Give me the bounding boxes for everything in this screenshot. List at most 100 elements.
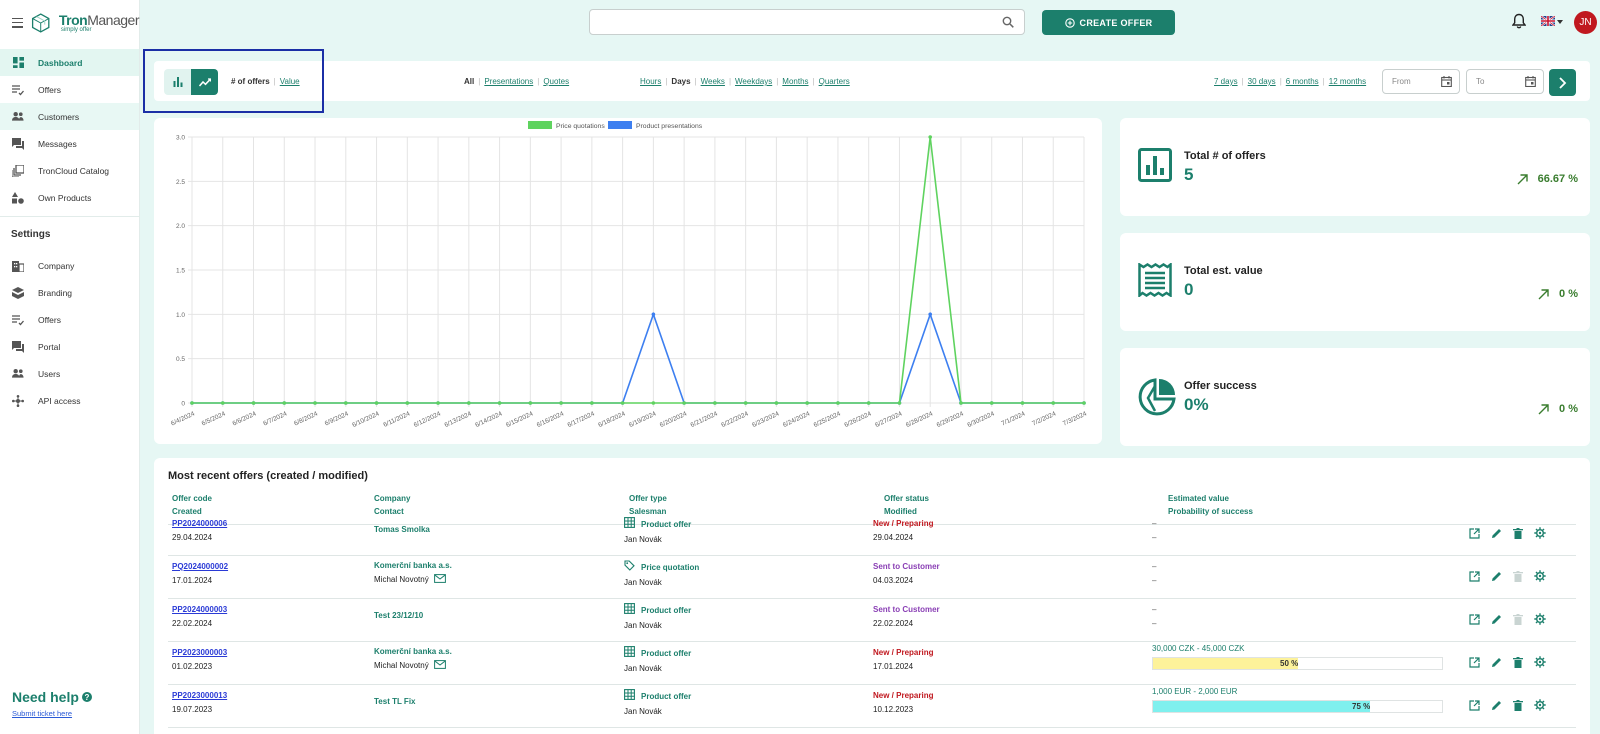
from-date-input[interactable]: From	[1382, 69, 1460, 94]
data-point	[313, 401, 317, 405]
hamburger-menu-icon[interactable]	[12, 17, 24, 28]
company-name[interactable]: Komerční banka a.s.	[374, 559, 452, 573]
open-external-icon[interactable]	[1468, 527, 1480, 539]
offer-code-link[interactable]: PP2024000003	[172, 603, 227, 617]
sidebar-item-troncloud-catalog[interactable]: TronCloud Catalog	[0, 157, 139, 184]
stat-trend: 66.67 %	[1517, 173, 1578, 185]
metric-value-link[interactable]: Value	[280, 77, 300, 86]
settings-gear-icon[interactable]	[1534, 527, 1546, 539]
metric-count-link[interactable]: # of offers	[231, 77, 270, 86]
sidebar-item-own-products[interactable]: Own Products	[0, 184, 139, 211]
sidebar-item-api-access[interactable]: API access	[0, 387, 139, 414]
offer-code-link[interactable]: PP2023000013	[172, 689, 227, 703]
stat-card-offer-success: Offer success 0% 0 %	[1120, 348, 1590, 446]
delete-trash-icon[interactable]	[1512, 656, 1524, 668]
table-row[interactable]: PP2024000006 29.04.2024 Tomas Smolka Produc…	[168, 513, 1576, 556]
range-7-days-link[interactable]: 7 days	[1214, 77, 1238, 86]
open-external-icon[interactable]	[1468, 656, 1480, 668]
probability-value: –	[1152, 533, 1157, 542]
data-point	[467, 401, 471, 405]
period-weeks-link[interactable]: Weeks	[701, 77, 725, 86]
submit-ticket-link[interactable]: Submit ticket here	[12, 709, 92, 718]
data-point	[959, 401, 963, 405]
estimated-value: 1,000 EUR - 2,000 EUR	[1152, 687, 1238, 696]
range-30-days-link[interactable]: 30 days	[1248, 77, 1276, 86]
sidebar-item-dashboard[interactable]: Dashboard	[0, 49, 139, 76]
x-tick-label: 6/26/2024	[843, 410, 873, 429]
sidebar-item-offers-settings[interactable]: Offers	[0, 306, 139, 333]
offer-code-link[interactable]: PQ2024000002	[172, 560, 228, 574]
create-offer-button[interactable]: CREATE OFFER	[1042, 10, 1175, 35]
sidebar-item-customers[interactable]: Customers	[0, 103, 139, 130]
table-row[interactable]: PP2023000013 19.07.2023 Test TL Fix Product…	[168, 685, 1576, 728]
sidebar-item-branding[interactable]: Branding	[0, 279, 139, 306]
user-avatar[interactable]: JN	[1574, 11, 1597, 34]
y-tick-label: 2.0	[176, 223, 185, 230]
type-all-link[interactable]: All	[464, 77, 474, 86]
delete-trash-icon[interactable]	[1512, 527, 1524, 539]
data-point	[743, 401, 748, 405]
edit-pencil-icon[interactable]	[1490, 570, 1502, 582]
period-quarters-link[interactable]: Quarters	[819, 77, 850, 86]
sidebar-item-users[interactable]: Users	[0, 360, 139, 387]
range-12-months-link[interactable]: 12 months	[1329, 77, 1366, 86]
probability-value: 50 %	[1280, 659, 1299, 668]
period-weekdays-link[interactable]: Weekdays	[735, 77, 772, 86]
company-name[interactable]: Test 23/12/10	[374, 609, 423, 623]
data-point	[282, 401, 287, 405]
open-external-icon[interactable]	[1468, 613, 1480, 625]
range-6-months-link[interactable]: 6 months	[1286, 77, 1319, 86]
apply-date-button[interactable]	[1549, 69, 1576, 96]
settings-nav: Company Branding Offers Portal Users API…	[0, 252, 139, 414]
table-row[interactable]: PQ2024000002 17.01.2024 Komerční banka a.s…	[168, 556, 1576, 599]
uk-flag-icon[interactable]	[1541, 16, 1555, 26]
company-name[interactable]: Komerční banka a.s.	[374, 645, 452, 659]
sidebar-item-company[interactable]: Company	[0, 252, 139, 279]
mail-icon[interactable]	[433, 574, 446, 583]
delete-trash-icon[interactable]	[1512, 699, 1524, 711]
offer-code-link[interactable]: PP2023000003	[172, 646, 227, 660]
header-company-label: Company	[374, 494, 411, 503]
sidebar-item-messages[interactable]: Messages	[0, 130, 139, 157]
settings-gear-icon[interactable]	[1534, 613, 1546, 625]
notifications-bell-icon[interactable]	[1512, 13, 1526, 29]
table-row[interactable]: PP2024000003 22.02.2024 Test 23/12/10 Produ…	[168, 599, 1576, 642]
line-chart-toggle[interactable]	[191, 69, 218, 95]
created-date: 17.01.2024	[172, 576, 213, 585]
settings-gear-icon[interactable]	[1534, 656, 1546, 668]
sidebar-item-label: TronCloud Catalog	[38, 165, 110, 176]
table-row[interactable]: PP2023000003 01.02.2023 Komerční banka a.s…	[168, 642, 1576, 685]
mail-icon[interactable]	[433, 660, 446, 669]
offer-code-link[interactable]: PP2024000006	[172, 517, 227, 531]
settings-gear-icon[interactable]	[1534, 699, 1546, 711]
bar-chart-toggle[interactable]	[164, 69, 191, 95]
salesman: Jan Novák	[624, 621, 662, 630]
calendar-icon[interactable]	[1525, 76, 1536, 87]
period-months-link[interactable]: Months	[782, 77, 808, 86]
x-tick-label: 6/14/2024	[474, 410, 504, 429]
company-name[interactable]: Test TL Fix	[374, 695, 416, 709]
separator: |	[694, 77, 697, 86]
edit-pencil-icon[interactable]	[1490, 527, 1502, 539]
sidebar-item-offers[interactable]: Offers	[0, 76, 139, 103]
main-nav: Dashboard Offers Customers Messages Tron…	[0, 49, 139, 211]
type-presentations-link[interactable]: Presentations	[484, 77, 533, 86]
settings-gear-icon[interactable]	[1534, 570, 1546, 582]
edit-pencil-icon[interactable]	[1490, 613, 1502, 625]
period-hours-link[interactable]: Hours	[640, 77, 661, 86]
open-external-icon[interactable]	[1468, 699, 1480, 711]
x-tick-label: 6/28/2024	[905, 410, 935, 429]
edit-pencil-icon[interactable]	[1490, 656, 1502, 668]
period-days-link[interactable]: Days	[671, 77, 690, 86]
to-date-input[interactable]: To	[1466, 69, 1544, 94]
search-input[interactable]	[589, 9, 1025, 35]
calendar-icon[interactable]	[1441, 76, 1452, 87]
offer-status: New / Preparing	[873, 691, 934, 700]
sidebar-item-portal[interactable]: Portal	[0, 333, 139, 360]
language-caret-icon[interactable]	[1557, 20, 1563, 24]
type-quotes-link[interactable]: Quotes	[543, 77, 569, 86]
search-icon[interactable]	[1002, 16, 1014, 28]
edit-pencil-icon[interactable]	[1490, 699, 1502, 711]
company-name[interactable]: Tomas Smolka	[374, 523, 430, 537]
open-external-icon[interactable]	[1468, 570, 1480, 582]
